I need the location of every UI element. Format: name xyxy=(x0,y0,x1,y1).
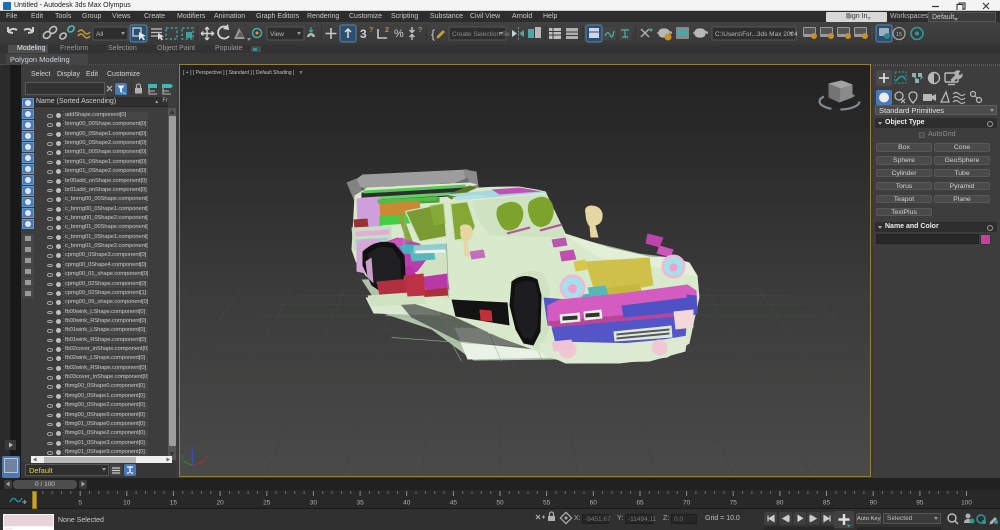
svg-text:View: View xyxy=(270,31,284,38)
svg-text:85: 85 xyxy=(823,500,831,507)
svg-text:50: 50 xyxy=(496,500,504,507)
svg-text:90: 90 xyxy=(870,500,878,507)
svg-text:25: 25 xyxy=(263,500,271,507)
svg-text:5: 5 xyxy=(78,500,82,507)
svg-text:?: ? xyxy=(369,27,373,34)
svg-text:70: 70 xyxy=(683,500,691,507)
svg-text:55: 55 xyxy=(543,500,551,507)
svg-text:75: 75 xyxy=(730,500,738,507)
svg-text:100: 100 xyxy=(961,500,972,507)
svg-text:45: 45 xyxy=(450,500,458,507)
svg-text:%: % xyxy=(394,28,404,40)
svg-text:95: 95 xyxy=(916,500,924,507)
svg-text:x: x xyxy=(206,456,209,462)
svg-text:C:\Users\For...3ds Max 2024: C:\Users\For...3ds Max 2024 xyxy=(715,31,798,38)
svg-text:20: 20 xyxy=(216,500,224,507)
svg-text:30: 30 xyxy=(310,500,318,507)
svg-text:All: All xyxy=(96,31,104,38)
svg-text:Y: Y xyxy=(181,456,185,462)
svg-text:10: 10 xyxy=(123,500,131,507)
svg-text:2: 2 xyxy=(385,27,389,34)
svg-text:40: 40 xyxy=(403,500,411,507)
svg-text:60: 60 xyxy=(590,500,598,507)
svg-text:15: 15 xyxy=(896,32,902,38)
svg-text:?: ? xyxy=(418,27,422,34)
svg-text:3: 3 xyxy=(360,27,367,41)
svg-text:15: 15 xyxy=(170,500,178,507)
svg-text:80: 80 xyxy=(776,500,784,507)
svg-text:35: 35 xyxy=(356,500,364,507)
svg-text:{: { xyxy=(431,27,435,41)
svg-text:z: z xyxy=(191,445,194,451)
svg-text:65: 65 xyxy=(636,500,644,507)
